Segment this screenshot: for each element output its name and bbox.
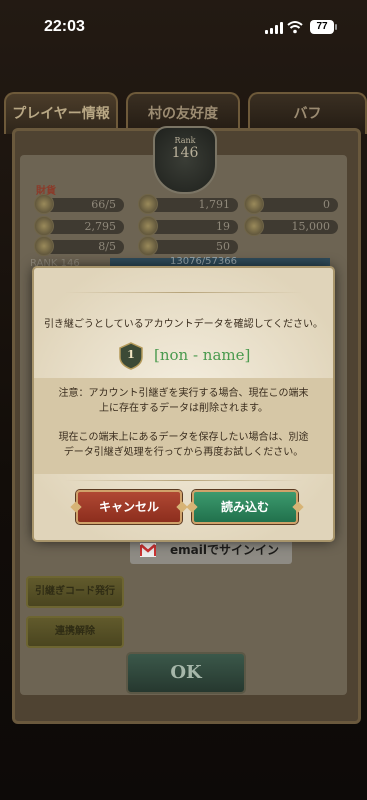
cancel-button[interactable]: キャンセル <box>70 490 188 524</box>
warning-band: 注意：アカウント引継ぎを実行する場合、現在この端末 上に存在するデータは削除され… <box>34 378 333 474</box>
warning-line: 現在この端末上にあるデータを保存したい場合は、別途 <box>58 432 309 443</box>
resource-value: 50 <box>216 240 230 253</box>
resource-value: 2,795 <box>84 220 117 233</box>
stamina-icon <box>34 236 54 256</box>
resource-value: 15,000 <box>291 220 331 233</box>
rank-badge-value: 146 <box>171 145 199 161</box>
resource-value: 66/5 <box>91 198 116 211</box>
gold-icon <box>34 216 54 236</box>
cancel-label: キャンセル <box>98 500 159 514</box>
warning-line: データ引継ぎ処理を行ってから再度お試しください。 <box>63 447 304 458</box>
sword-icon <box>34 194 54 214</box>
warning-text-2: 現在この端末上にあるデータを保存したい場合は、別途 データ引継ぎ処理を行ってから… <box>34 430 333 460</box>
status-bar: 22:03 77 <box>0 0 367 58</box>
account-transfer-dialog: 引き継ごうとしているアカウントデータを確認してください。 1 [non - na… <box>34 268 333 540</box>
rank-badge-label: Rank <box>174 136 196 145</box>
resource-value: 0 <box>323 198 330 211</box>
diamond-icon <box>186 501 198 513</box>
email-signin-button[interactable]: emailでサインイン <box>130 536 292 564</box>
resource-field: 50 <box>138 236 238 256</box>
dialog-message: 引き継ごうとしているアカウントデータを確認してください。 <box>43 319 324 330</box>
load-label: 読み込む <box>220 500 269 514</box>
resource-value: 19 <box>216 220 230 233</box>
diamond-icon <box>292 501 304 513</box>
ticket-icon <box>138 236 158 256</box>
warning-line: 注意：アカウント引継ぎを実行する場合、現在この端末 <box>58 388 309 399</box>
warning-text-1: 注意：アカウント引継ぎを実行する場合、現在この端末 上に存在するデータは削除され… <box>34 386 333 416</box>
gem-icon <box>138 194 158 214</box>
ok-button[interactable]: OK <box>126 652 246 694</box>
signal-icon <box>265 22 283 34</box>
dialog-bottom-divider <box>64 480 303 481</box>
diamond-icon <box>70 501 82 513</box>
resource-value: 8/5 <box>98 240 116 253</box>
wifi-icon <box>287 21 303 34</box>
medal-icon <box>244 216 264 236</box>
resource-field: 8/5 <box>34 236 124 256</box>
warning-line: 上に存在するデータは削除されます。 <box>99 403 268 414</box>
resource-value: 1,791 <box>198 198 231 211</box>
level-badge: 1 <box>118 342 144 370</box>
gmail-icon <box>140 543 156 557</box>
resource-field: 15,000 <box>244 216 338 236</box>
load-button[interactable]: 読み込む <box>186 490 304 524</box>
dialog-top-divider <box>64 292 303 293</box>
crystal-icon <box>138 216 158 236</box>
resource-field: 2,795 <box>34 216 124 236</box>
resource-field: 66/5 <box>34 194 124 214</box>
status-time: 22:03 <box>44 18 85 35</box>
battery-icon: 77 <box>310 20 337 34</box>
resource-field: 19 <box>138 216 238 236</box>
unlink-button[interactable]: 連携解除 <box>26 616 124 648</box>
level-value: 1 <box>127 348 135 361</box>
account-name: [non - name] <box>154 346 251 364</box>
email-signin-label: emailでサインイン <box>170 543 279 557</box>
coin-icon <box>244 194 264 214</box>
issue-transfer-code-button[interactable]: 引継ぎコード発行 <box>26 576 124 608</box>
rank-badge: Rank 146 <box>153 126 217 194</box>
resource-field: 1,791 <box>138 194 238 214</box>
resource-field: 0 <box>244 194 338 214</box>
rank-progress-text: 13076/57366 <box>170 256 237 267</box>
